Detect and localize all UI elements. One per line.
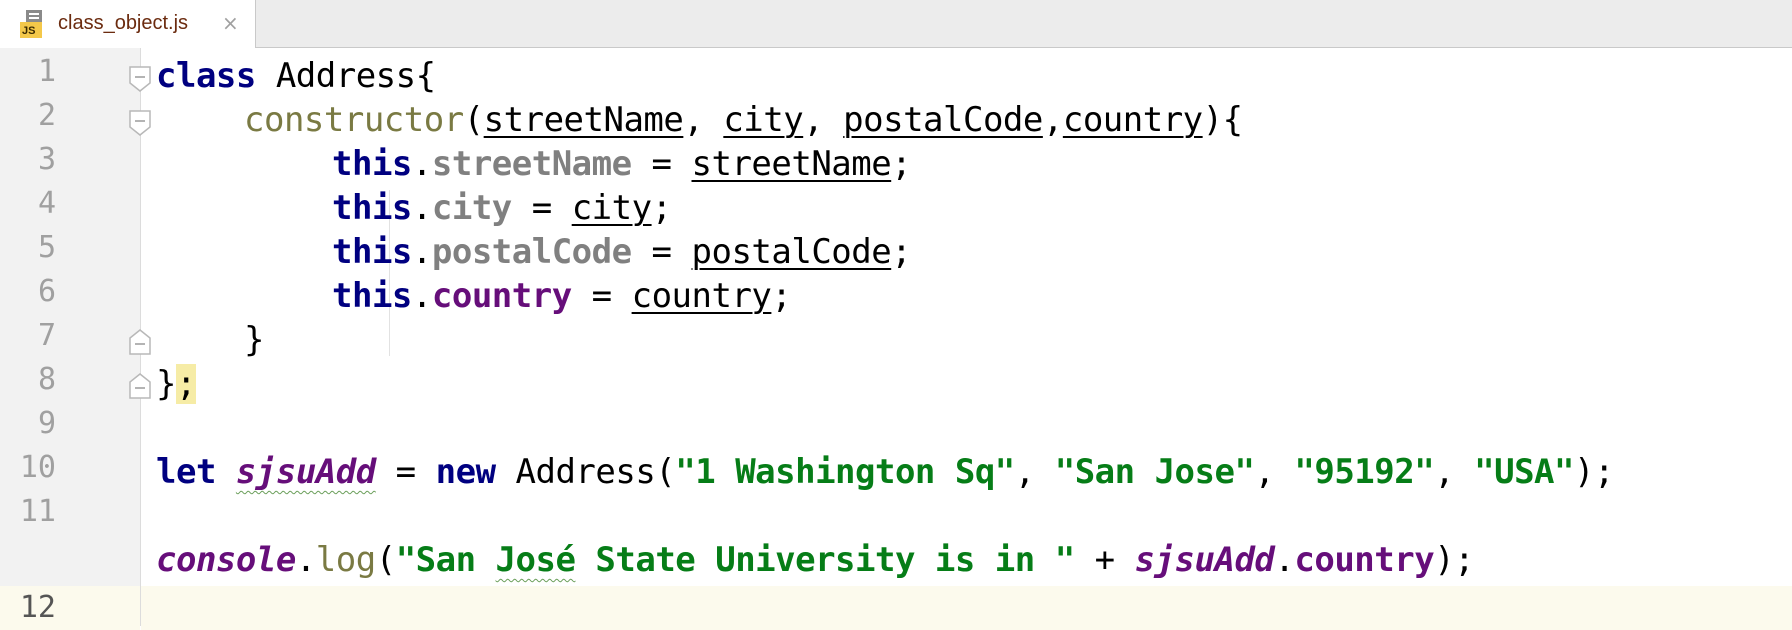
field: postalCode [431,232,632,272]
line-number-current: 12 [19,590,56,625]
punctuation: } [156,364,176,404]
keyword: let [156,452,216,492]
code-line-5: this.postalCode = postalCode; [332,230,912,274]
operator: + [1074,540,1135,580]
line-number: 5 [37,230,56,265]
punctuation: } [244,320,264,360]
keyword: this [332,144,412,184]
class-name: Address{ [255,56,436,96]
punctuation: ); [1574,452,1614,492]
property: country [1294,540,1435,580]
punctuation: . [411,144,432,184]
current-line-highlight [141,586,1792,630]
javascript-file-icon: JS [20,10,44,38]
function-name: constructor [244,100,464,140]
string-literal-typo: José [495,540,576,580]
punctuation: , [683,100,724,140]
parameter: country [631,276,772,316]
line-number: 6 [37,274,56,309]
keyword: this [332,232,412,272]
punctuation: ){ [1202,100,1243,140]
parameter: postalCode [843,100,1043,140]
line-number: 3 [37,142,56,177]
editor-tab-bar: JS class_object.js × [0,0,1792,48]
line-number: 8 [37,362,56,397]
tab-class-object-js[interactable]: JS class_object.js × [0,0,256,48]
keyword: new [435,452,496,492]
line-number: 4 [37,186,56,221]
parameter: city [571,188,652,228]
field: city [431,188,512,228]
parameter: postalCode [691,232,892,272]
punctuation: , [1254,452,1295,492]
variable: sjsuAdd [1134,540,1275,580]
global-object: console [156,540,296,580]
code-line-12: console.log("San José State University i… [156,538,1475,582]
operator: = [571,276,632,316]
string-literal: "USA" [1474,452,1574,492]
punctuation: . [411,276,432,316]
close-tab-icon[interactable]: × [222,11,239,35]
punctuation: . [411,188,432,228]
punctuation-highlighted: ; [175,364,196,404]
field: country [431,276,572,316]
line-number: 11 [19,494,56,529]
punctuation: , [803,100,844,140]
code-line-7: } [244,318,264,362]
line-number: 1 [37,54,56,89]
line-number-gutter[interactable]: 1 2 3 4 5 6 7 8 9 10 11 12 [0,48,141,630]
class-reference: Address( [495,452,676,492]
string-literal: State University is in " [575,540,1075,580]
javascript-file-icon-label: JS [22,25,36,37]
keyword: class [156,56,256,96]
line-number: 2 [37,98,56,133]
keyword: this [332,188,412,228]
string-literal: "San Jose" [1054,452,1255,492]
code-line-1: class Address{ [156,54,436,98]
punctuation: ; [891,232,912,272]
code-line-2: constructor(streetName, city, postalCode… [244,98,1243,142]
code-line-4: this.city = city; [332,186,672,230]
punctuation: , [1014,452,1055,492]
punctuation: ; [891,144,912,184]
string-literal: "San [395,540,496,580]
parameter: country [1062,100,1203,140]
variable: sjsuAdd [235,452,376,492]
code-editor[interactable]: class Address{ constructor(streetName, c… [141,48,1792,630]
operator: = [631,232,692,272]
parameter: city [723,100,804,140]
string-literal: "95192" [1294,452,1435,492]
field: streetName [431,144,632,184]
line-number: 7 [37,318,56,353]
string-literal: "1 Washington Sq" [675,452,1015,492]
operator: = [511,188,572,228]
keyword: this [332,276,412,316]
punctuation: ; [651,188,672,228]
punctuation: , [1042,100,1063,140]
punctuation: ( [375,540,396,580]
punctuation: . [295,540,316,580]
code-line-10: let sjsuAdd = new Address("1 Washington … [156,450,1614,494]
punctuation: ); [1434,540,1475,580]
punctuation: ( [463,100,484,140]
line-number: 9 [37,406,56,441]
code-line-3: this.streetName = streetName; [332,142,912,186]
tab-filename: class_object.js [58,12,189,34]
punctuation: ; [771,276,792,316]
method-name: log [315,540,376,580]
parameter: streetName [691,144,892,184]
punctuation: . [1274,540,1295,580]
punctuation: , [1434,452,1475,492]
operator: = [631,144,692,184]
line-number: 10 [19,450,56,485]
operator: = [375,452,436,492]
code-line-6: this.country = country; [332,274,792,318]
parameter: streetName [483,100,684,140]
code-line-8: }; [156,362,196,406]
punctuation: . [411,232,432,272]
